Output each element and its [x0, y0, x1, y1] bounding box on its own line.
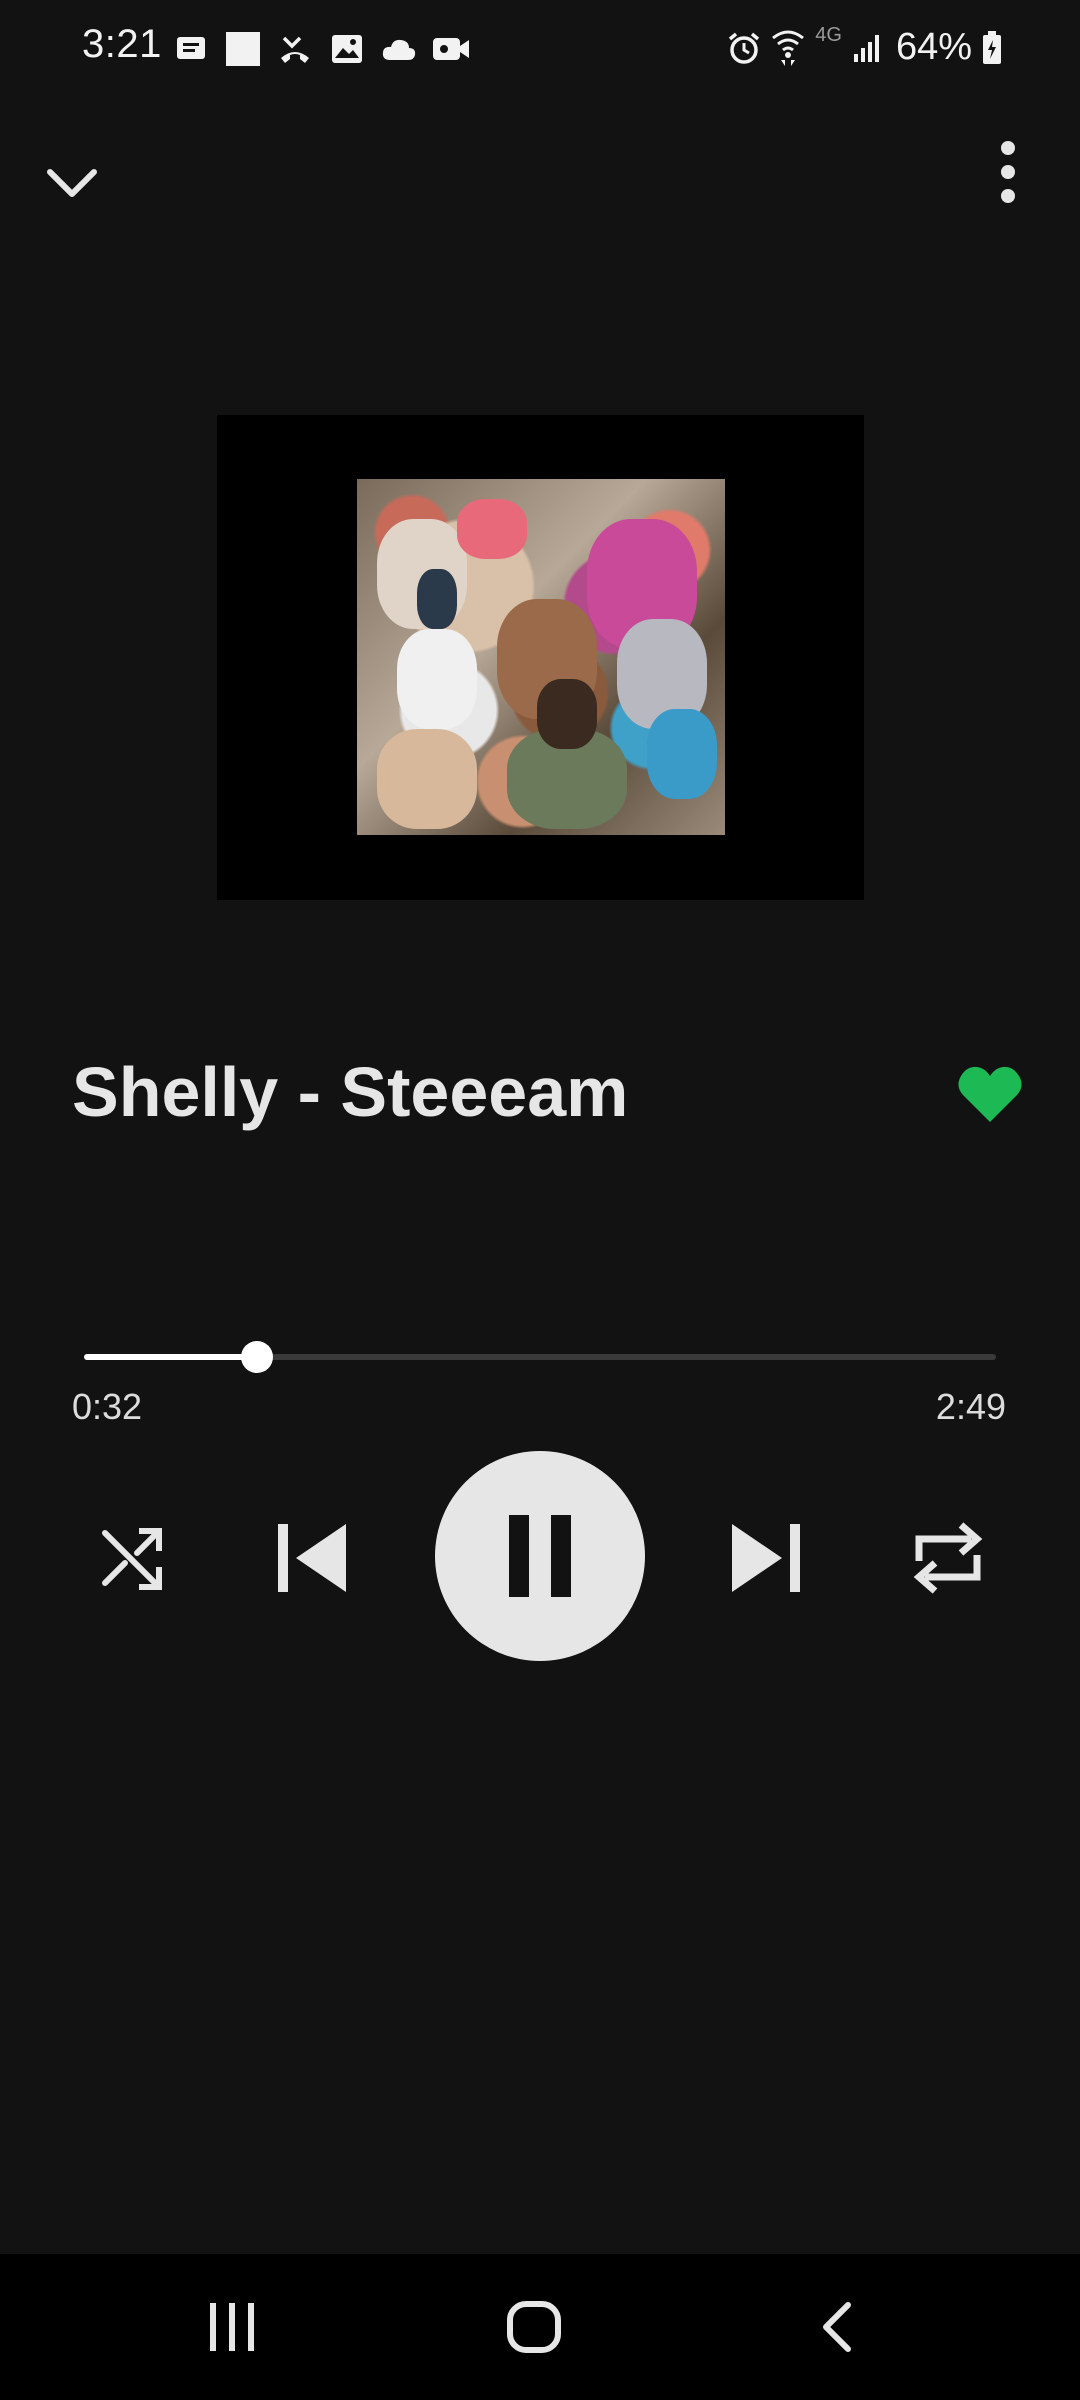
seek-bar-progress: [84, 1354, 258, 1360]
recents-button[interactable]: [182, 2282, 282, 2372]
seek-bar-thumb[interactable]: [241, 1341, 274, 1373]
4g-lte-icon: 4G: [815, 24, 842, 68]
seek-bar[interactable]: [84, 1341, 996, 1373]
next-button[interactable]: [716, 1508, 816, 1608]
message-icon: [172, 30, 210, 68]
pause-button[interactable]: [435, 1451, 645, 1661]
repeat-button[interactable]: [898, 1508, 998, 1608]
network-label: 4G: [815, 23, 842, 46]
like-button[interactable]: [950, 1054, 1030, 1134]
shuffle-button[interactable]: [82, 1508, 182, 1608]
skip-next-icon: [732, 1524, 800, 1592]
notification-icons: [172, 30, 470, 68]
battery-charging-icon: [982, 28, 1002, 68]
total-time: 2:49: [935, 1386, 1006, 1427]
system-icons: 4G 64%: [727, 24, 1002, 69]
back-icon: [823, 2302, 851, 2352]
previous-button[interactable]: [262, 1508, 362, 1608]
video-icon: [432, 30, 470, 68]
battery-percentage: 64%: [895, 26, 972, 68]
gallery-icon: [328, 30, 366, 68]
more-options-button[interactable]: [966, 130, 1050, 214]
home-button[interactable]: [484, 2282, 584, 2372]
track-title: Shelly - Steeeam: [72, 1053, 629, 1131]
status-bar: 3:21 4G 64%: [0, 0, 1080, 96]
status-time: 3:21: [82, 22, 162, 66]
home-icon: [507, 2301, 561, 2353]
cloud-icon: [380, 30, 418, 68]
now-playing-screen: 3:21 4G 64% Shelly - Steeeam 0:32 2:49: [0, 0, 1080, 2400]
system-nav-bar: [0, 2254, 1080, 2400]
repeat-icon: [913, 1522, 983, 1594]
square-icon: [224, 30, 262, 68]
heart-icon: [958, 1066, 1022, 1122]
chevron-down-icon: [47, 169, 97, 197]
signal-icon: [852, 28, 882, 68]
back-button[interactable]: [786, 2282, 886, 2372]
elapsed-time: 0:32: [72, 1386, 143, 1427]
album-cover-image: [357, 479, 725, 835]
recents-icon: [210, 2303, 254, 2351]
alarm-icon: [727, 28, 761, 68]
more-vert-icon: [1001, 141, 1015, 203]
album-art: [217, 415, 864, 900]
shuffle-icon: [102, 1528, 162, 1590]
collapse-button[interactable]: [30, 140, 114, 224]
wifi-icon: [771, 28, 805, 68]
pause-icon: [509, 1515, 571, 1597]
skip-previous-icon: [278, 1524, 346, 1592]
missed-call-icon: [276, 30, 314, 68]
